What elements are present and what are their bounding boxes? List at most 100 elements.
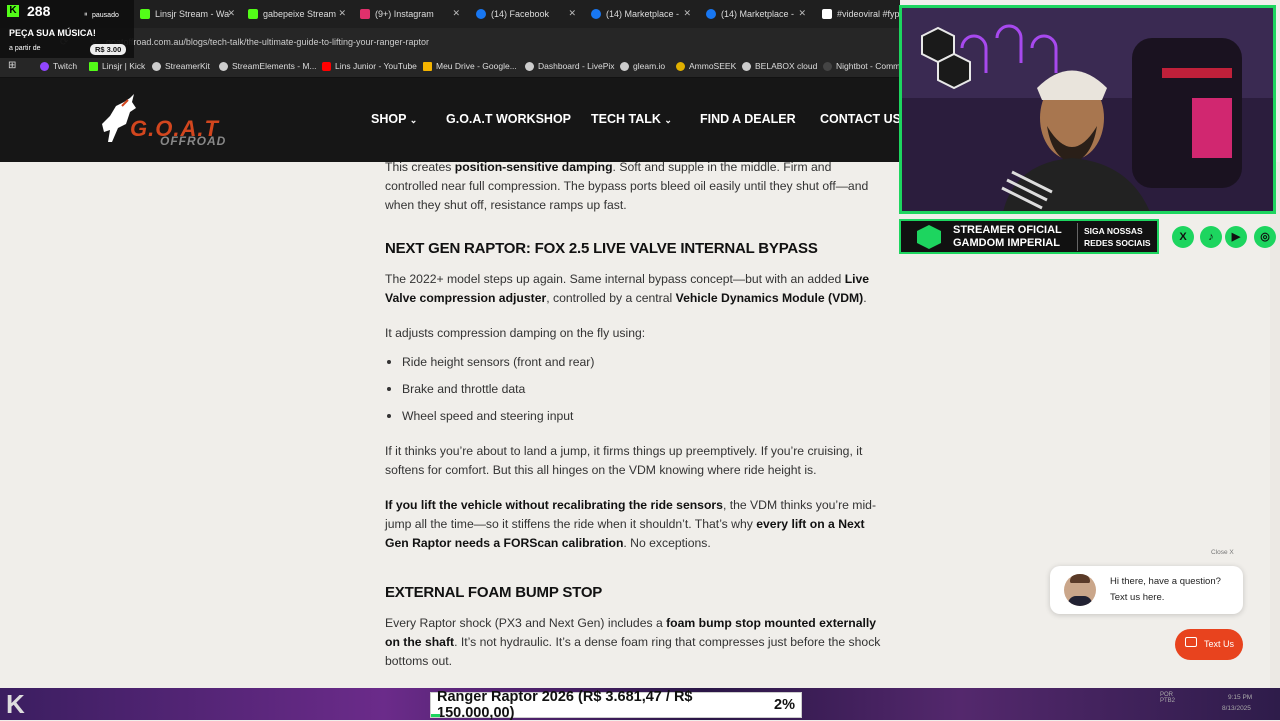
stream-overlay: K 288 ⏸ pausado PEÇA SUA MÚSICA! a parti… — [0, 0, 134, 58]
kick-icon — [248, 9, 258, 19]
list-item: Wheel speed and steering input — [385, 407, 885, 434]
bookmark-item[interactable]: StreamElements - M... — [219, 61, 317, 71]
close-chat-button[interactable]: Close X — [1211, 549, 1234, 556]
kick-logo-icon: K — [6, 689, 25, 719]
browser-tab[interactable]: (14) Facebook ✕ — [476, 5, 576, 23]
paragraph: This creates position-sensitive damping.… — [385, 160, 869, 212]
close-tab-icon[interactable]: ✕ — [338, 8, 346, 19]
bookmark-label: gleam.io — [633, 61, 666, 71]
browser-tab[interactable]: Linsjr Stream - Wa ✕ — [140, 5, 235, 23]
url-field[interactable]: goatoffroad.com.au/blogs/tech-talk/the-u… — [106, 37, 429, 47]
gleam-icon — [620, 61, 629, 71]
paragraph: If it thinks you’re about to land a jump… — [385, 444, 863, 477]
webcam-image — [902, 8, 1273, 211]
apps-grid-icon[interactable]: ⊞ — [8, 60, 16, 71]
price-badge: R$ 3.00 — [90, 44, 127, 55]
bookmark-item[interactable]: BELABOX cloud — [742, 61, 817, 71]
youtube-icon — [322, 61, 331, 71]
gamdom-logo-icon — [917, 225, 941, 249]
nav-shop[interactable]: SHOP ⌄ — [371, 112, 417, 126]
nav-label: SHOP — [371, 112, 407, 126]
browser-tab-bar: Linsjr Stream - Wa ✕ gabepeixe Stream ✕ (9… — [0, 0, 900, 28]
bookmark-label: Lins Junior - YouTube — [335, 61, 417, 71]
facebook-icon — [706, 9, 716, 19]
nav-label: G.O.A.T WORKSHOP — [446, 112, 571, 126]
close-tab-icon[interactable]: ✕ — [452, 8, 460, 19]
bookmark-label: Linsjr | Kick — [102, 61, 146, 71]
twitch-icon — [40, 61, 49, 71]
nav-workshop[interactable]: G.O.A.T WORKSHOP — [446, 112, 571, 126]
bookmark-item[interactable]: gleam.io — [620, 61, 665, 71]
instagram-icon: ◎ — [1254, 226, 1276, 248]
goal-progress-fill — [431, 714, 441, 717]
banner-line4: REDES SOCIAIS — [1084, 238, 1151, 248]
nav-tech-talk[interactable]: TECH TALK ⌄ — [591, 112, 672, 126]
avatar — [1064, 574, 1096, 606]
kick-icon — [89, 61, 98, 71]
paragraph: Every Raptor shock (PX3 and Next Gen) in… — [385, 616, 881, 668]
bookmark-item[interactable]: Meu Drive - Google... — [423, 61, 517, 71]
tab-label: (14) Facebook — [491, 9, 550, 19]
kick-icon: K — [7, 5, 19, 17]
globe-icon — [152, 61, 161, 71]
browser-tab[interactable]: (9+) Instagram ✕ — [360, 5, 460, 23]
tab-label: (14) Marketplace - — [606, 9, 680, 19]
section-heading: NEXT GEN RAPTOR: FOX 2.5 LIVE VALVE INTE… — [385, 240, 818, 257]
viewer-count: 288 — [27, 3, 51, 19]
address-bar: ⟳ ⚲ goatoffroad.com.au/blogs/tech-talk/t… — [0, 28, 900, 56]
goal-text: Ranger Raptor 2026 (R$ 3.681,47 / R$ 150… — [437, 689, 693, 721]
webcam-feed — [899, 5, 1276, 214]
facebook-icon — [476, 9, 486, 19]
chat-line1: Hi there, have a question? — [1110, 576, 1221, 587]
section-heading: EXTERNAL FOAM BUMP STOP — [385, 584, 603, 601]
browser-tab[interactable]: (14) Marketplace - ✕ — [706, 5, 806, 23]
bookmark-item[interactable]: StreamerKit — [152, 61, 210, 71]
list-item: Ride height sensors (front and rear) — [385, 353, 885, 380]
bookmark-item[interactable]: AmmoSEEK — [676, 61, 736, 71]
kick-icon — [140, 9, 150, 19]
close-tab-icon[interactable]: ✕ — [683, 8, 691, 19]
bookmark-label: StreamElements - M... — [232, 61, 317, 71]
nav-label: FIND A DEALER — [700, 112, 796, 126]
text-us-label: Text Us — [1204, 639, 1235, 649]
bookmark-item[interactable]: Twitch — [40, 61, 77, 71]
banner-line3: SIGA NOSSAS — [1084, 226, 1143, 236]
nav-label: CONTACT US — [820, 112, 902, 126]
browser-tab[interactable]: (14) Marketplace - ✕ — [591, 5, 691, 23]
globe-icon — [742, 61, 751, 71]
text-us-button[interactable]: Text Us — [1175, 629, 1243, 660]
music-request-title: PEÇA SUA MÚSICA! — [9, 28, 96, 38]
nav-find-dealer[interactable]: FIND A DEALER — [700, 112, 796, 126]
tab-label: (9+) Instagram — [375, 9, 434, 19]
paragraph: The 2022+ model steps up again. Same int… — [385, 272, 870, 305]
bookmark-label: AmmoSEEK — [689, 61, 737, 71]
paragraph: It adjusts compression damping on the fl… — [385, 326, 646, 340]
bookmark-label: StreamerKit — [165, 61, 210, 71]
bookmark-item[interactable]: Nightbot - Comm — [823, 61, 900, 71]
nav-contact[interactable]: CONTACT US — [820, 112, 901, 126]
tab-label: #videoviral #fyp # — [837, 9, 900, 19]
bookmark-label: Dashboard - LivePix — [538, 61, 615, 71]
close-tab-icon[interactable]: ✕ — [568, 8, 576, 19]
bookmark-label: BELABOX cloud — [755, 61, 818, 71]
banner-line2: GAMDOM IMPERIAL — [953, 237, 1060, 249]
bookmark-item[interactable]: Dashboard - LivePix — [525, 61, 615, 71]
bookmark-item[interactable]: Lins Junior - YouTube — [322, 61, 417, 71]
clock-date: 8/13/2025 — [1222, 705, 1251, 712]
chevron-down-icon: ⌄ — [409, 115, 418, 125]
browser-tab[interactable]: gabepeixe Stream ✕ — [248, 5, 346, 23]
tab-label: gabepeixe Stream — [263, 9, 337, 19]
bookmark-item[interactable]: Linsjr | Kick — [89, 61, 145, 71]
sponsor-banner: STREAMER OFICIAL GAMDOM IMPERIAL SIGA NO… — [899, 219, 1159, 254]
browser-tab[interactable]: #videoviral #fyp # — [822, 5, 900, 23]
facebook-icon — [591, 9, 601, 19]
keyboard-lang: POR PTB2 — [1160, 692, 1176, 704]
youtube-icon: ▶ — [1225, 226, 1247, 248]
close-tab-icon[interactable]: ✕ — [227, 8, 235, 19]
streamelements-icon — [219, 61, 228, 71]
site-header: G.O.A.T OFFROAD SHOP ⌄ G.O.A.T WORKSHOP … — [0, 78, 901, 162]
chat-prompt[interactable]: Hi there, have a question? Text us here. — [1050, 566, 1243, 614]
music-status: pausado — [92, 12, 119, 19]
globe-icon — [525, 61, 534, 71]
close-tab-icon[interactable]: ✕ — [798, 8, 806, 19]
